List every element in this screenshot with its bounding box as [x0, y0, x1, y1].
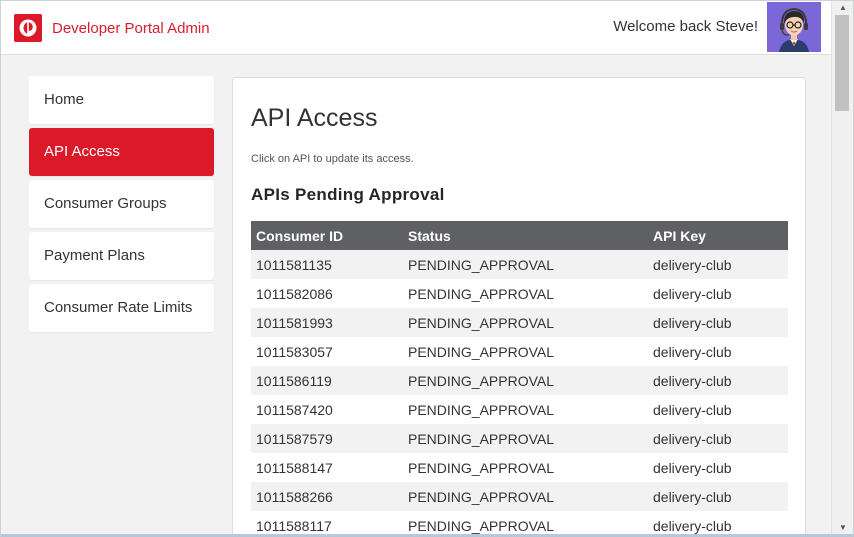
table-row[interactable]: 1011588266 PENDING_APPROVAL delivery-clu… [251, 482, 788, 511]
consumer-id-cell: 1011581135 [251, 250, 403, 279]
sidebar-item-consumer-rate-limits[interactable]: Consumer Rate Limits [29, 284, 214, 332]
status-cell: PENDING_APPROVAL [403, 279, 648, 308]
status-cell: PENDING_APPROVAL [403, 424, 648, 453]
status-cell: PENDING_APPROVAL [403, 482, 648, 511]
table-row[interactable]: 1011586119 PENDING_APPROVAL delivery-clu… [251, 366, 788, 395]
page-subtitle: Click on API to update its access. [251, 153, 414, 165]
column-header-consumer-id: Consumer ID [251, 221, 403, 250]
status-cell: PENDING_APPROVAL [403, 453, 648, 482]
api-key-cell: delivery-club [648, 424, 788, 453]
sidebar-item-api-access[interactable]: API Access [29, 128, 214, 176]
table-row[interactable]: 1011588117 PENDING_APPROVAL delivery-clu… [251, 511, 788, 534]
top-header: Developer Portal Admin Welcome back Stev… [1, 1, 831, 55]
browser-window: Developer Portal Admin Welcome back Stev… [0, 0, 854, 537]
table-row[interactable]: 1011582086 PENDING_APPROVAL delivery-clu… [251, 279, 788, 308]
vertical-scrollbar[interactable]: ▲ ▼ [831, 1, 853, 534]
user-avatar-icon[interactable] [767, 2, 821, 52]
welcome-message: Welcome back Steve! [613, 18, 758, 35]
api-key-cell: delivery-club [648, 482, 788, 511]
table-row[interactable]: 1011581993 PENDING_APPROVAL delivery-clu… [251, 308, 788, 337]
api-key-cell: delivery-club [648, 511, 788, 534]
api-key-cell: delivery-club [648, 279, 788, 308]
status-cell: PENDING_APPROVAL [403, 511, 648, 534]
table-row[interactable]: 1011583057 PENDING_APPROVAL delivery-clu… [251, 337, 788, 366]
table-row[interactable]: 1011581135 PENDING_APPROVAL delivery-clu… [251, 250, 788, 279]
table-row[interactable]: 1011588147 PENDING_APPROVAL delivery-clu… [251, 453, 788, 482]
status-cell: PENDING_APPROVAL [403, 250, 648, 279]
api-key-cell: delivery-club [648, 337, 788, 366]
api-key-cell: delivery-club [648, 453, 788, 482]
sidebar-item-payment-plans[interactable]: Payment Plans [29, 232, 214, 280]
column-header-api-key: API Key [648, 221, 788, 250]
status-cell: PENDING_APPROVAL [403, 337, 648, 366]
consumer-id-cell: 1011583057 [251, 337, 403, 366]
api-key-cell: delivery-club [648, 250, 788, 279]
consumer-id-cell: 1011588117 [251, 511, 403, 534]
sidebar-nav: Home API Access Consumer Groups Payment … [29, 76, 214, 336]
section-title: APIs Pending Approval [251, 185, 445, 204]
consumer-id-cell: 1011581993 [251, 308, 403, 337]
sidebar-item-consumer-groups[interactable]: Consumer Groups [29, 180, 214, 228]
consumer-id-cell: 1011587420 [251, 395, 403, 424]
table-header-row: Consumer ID Status API Key [251, 221, 788, 250]
consumer-id-cell: 1011586119 [251, 366, 403, 395]
status-cell: PENDING_APPROVAL [403, 395, 648, 424]
table-row[interactable]: 1011587420 PENDING_APPROVAL delivery-clu… [251, 395, 788, 424]
api-key-cell: delivery-club [648, 366, 788, 395]
api-key-cell: delivery-club [648, 308, 788, 337]
consumer-id-cell: 1011588266 [251, 482, 403, 511]
table-row[interactable]: 1011587579 PENDING_APPROVAL delivery-clu… [251, 424, 788, 453]
page-title: API Access [251, 104, 378, 132]
chevron-up-icon[interactable]: ▲ [832, 1, 853, 15]
brand-logo-icon[interactable] [14, 14, 42, 42]
chevron-down-icon[interactable]: ▼ [832, 521, 853, 534]
pending-apis-table: Consumer ID Status API Key 1011581135 PE… [251, 221, 788, 534]
main-content-panel: API Access Click on API to update its ac… [232, 77, 806, 534]
sidebar-item-home[interactable]: Home [29, 76, 214, 124]
consumer-id-cell: 1011587579 [251, 424, 403, 453]
consumer-id-cell: 1011588147 [251, 453, 403, 482]
status-cell: PENDING_APPROVAL [403, 366, 648, 395]
status-cell: PENDING_APPROVAL [403, 308, 648, 337]
column-header-status: Status [403, 221, 648, 250]
api-key-cell: delivery-club [648, 395, 788, 424]
app-title[interactable]: Developer Portal Admin [52, 20, 210, 37]
scrollbar-thumb[interactable] [835, 15, 849, 111]
consumer-id-cell: 1011582086 [251, 279, 403, 308]
